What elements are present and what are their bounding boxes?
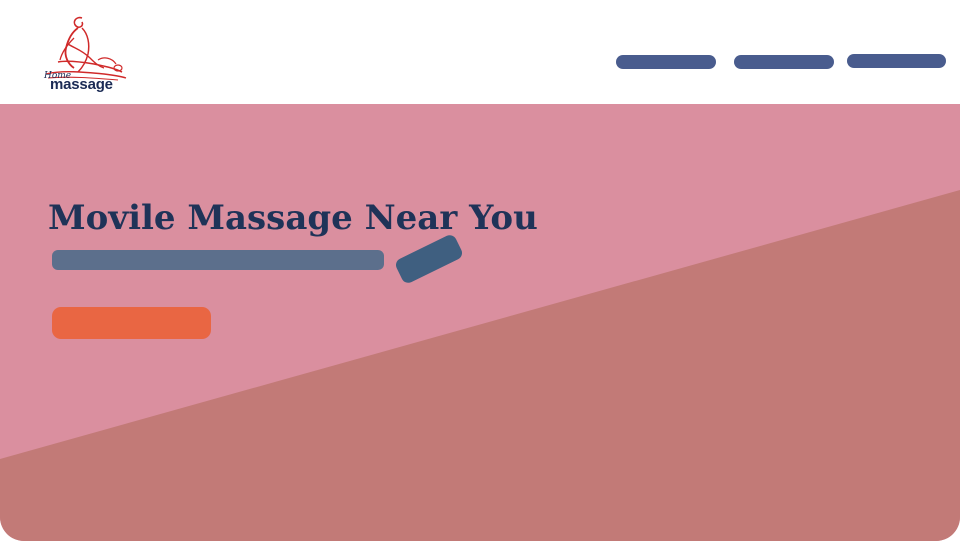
hero-title: Movile Massage Near You: [48, 198, 538, 238]
hero-cta-button[interactable]: [52, 307, 211, 339]
logo[interactable]: Home massage: [38, 14, 130, 94]
logo-massage-text: massage: [50, 76, 113, 93]
page: Home massage Movile Massage Near You: [0, 0, 960, 541]
hero-section: Movile Massage Near You: [0, 104, 960, 541]
nav-item-2[interactable]: [734, 55, 834, 69]
nav-item-3[interactable]: [847, 54, 946, 68]
hero-subtitle-placeholder: [52, 250, 384, 270]
nav-item-1[interactable]: [616, 55, 716, 69]
site-header: Home massage: [0, 0, 960, 104]
